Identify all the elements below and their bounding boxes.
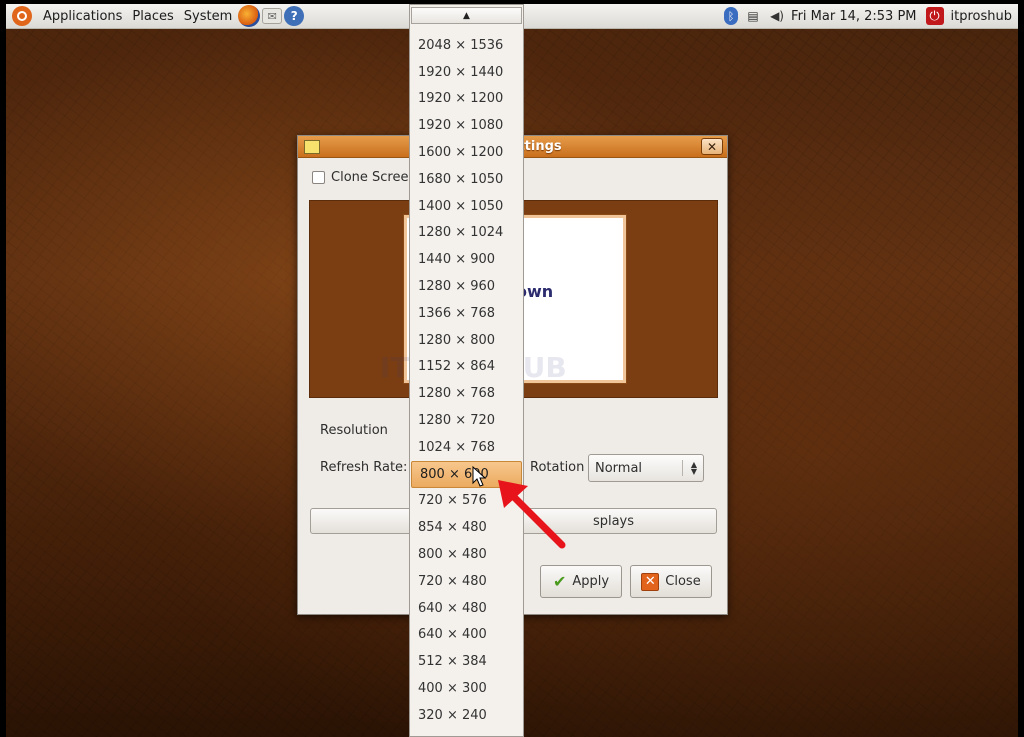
resolution-option[interactable]: 1920 × 1080 [410,112,523,139]
resolution-option[interactable]: 1366 × 768 [410,300,523,327]
resolution-option[interactable]: 1440 × 900 [410,246,523,273]
resolution-options: 2048 × 1536 1920 × 1440 1920 × 1200 1920 × … [410,32,523,736]
refresh-rate-label: Refresh Rate: [320,460,408,475]
mail-icon[interactable]: ✉ [262,8,283,24]
close-button[interactable]: ✕ Close [630,565,712,598]
resolution-option[interactable]: 1280 × 800 [410,327,523,354]
places-menu[interactable]: Places [127,4,178,29]
resolution-option[interactable]: 320 × 240 [410,702,523,729]
resolution-option[interactable]: 2048 × 1536 [410,32,523,59]
clone-screens-checkbox[interactable] [312,171,325,184]
applications-menu[interactable]: Applications [38,4,127,29]
resolution-label: Resolution [320,423,388,438]
firefox-icon[interactable] [238,5,261,27]
resolution-option[interactable]: 1920 × 1200 [410,86,523,113]
resolution-option[interactable]: 1280 × 720 [410,407,523,434]
updown-arrows-icon: ▲ ▼ [690,460,697,476]
apply-button[interactable]: ✔ Apply [540,565,622,598]
resolution-option[interactable]: 1280 × 768 [410,380,523,407]
resolution-option[interactable]: 512 × 384 [410,648,523,675]
resolution-option[interactable]: 1280 × 1024 [410,220,523,247]
power-icon[interactable]: ⏻ [925,7,944,25]
resolution-option[interactable]: 320 × 200 [410,729,523,736]
system-menu[interactable]: System [179,4,237,29]
resolution-option[interactable]: 720 × 480 [410,568,523,595]
clone-screens-label: Clone Screer [331,170,414,185]
resolution-option[interactable]: 1680 × 1050 [410,166,523,193]
detect-displays-label: splays [592,513,635,529]
ubuntu-logo-icon[interactable] [12,6,32,26]
resolution-option[interactable]: 640 × 400 [410,622,523,649]
network-icon[interactable]: ▤ [744,7,762,25]
volume-icon[interactable]: ◀) [768,7,786,25]
clone-screens-row[interactable]: Clone Screer [312,170,414,185]
help-icon[interactable]: ? [284,6,305,26]
resolution-option[interactable]: 1024 × 768 [410,434,523,461]
cancel-icon: ✕ [641,572,660,591]
close-icon[interactable]: ✕ [701,138,723,155]
resolution-option[interactable]: 1920 × 1440 [410,59,523,86]
clock[interactable]: Fri Mar 14, 2:53 PM [791,9,916,24]
user-menu[interactable]: itproshub [951,9,1012,24]
resolution-option[interactable]: 640 × 480 [410,595,523,622]
system-tray: ᛒ ▤ ◀) Fri Mar 14, 2:53 PM ⏻ itproshub [721,4,1018,29]
resolution-option[interactable]: 1600 × 1200 [410,139,523,166]
checkmark-icon: ✔ [552,572,567,591]
display-icon [304,139,320,154]
rotation-select[interactable]: Normal ▲ ▼ [588,454,704,482]
resolution-option[interactable]: 1152 × 864 [410,354,523,381]
resolution-dropdown-list[interactable]: ▲ 2048 × 1536 1920 × 1440 1920 × 1200 1920 … [409,4,524,737]
resolution-option[interactable]: 1280 × 960 [410,273,523,300]
scroll-up-arrow-icon[interactable]: ▲ [411,7,522,24]
resolution-option[interactable]: 400 × 300 [410,675,523,702]
mouse-pointer-icon [472,466,487,487]
resolution-option[interactable]: 1400 × 1050 [410,193,523,220]
rotation-value: Normal [595,460,643,476]
close-label: Close [665,574,701,589]
bluetooth-icon[interactable]: ᛒ [724,7,739,25]
apply-label: Apply [572,574,610,589]
